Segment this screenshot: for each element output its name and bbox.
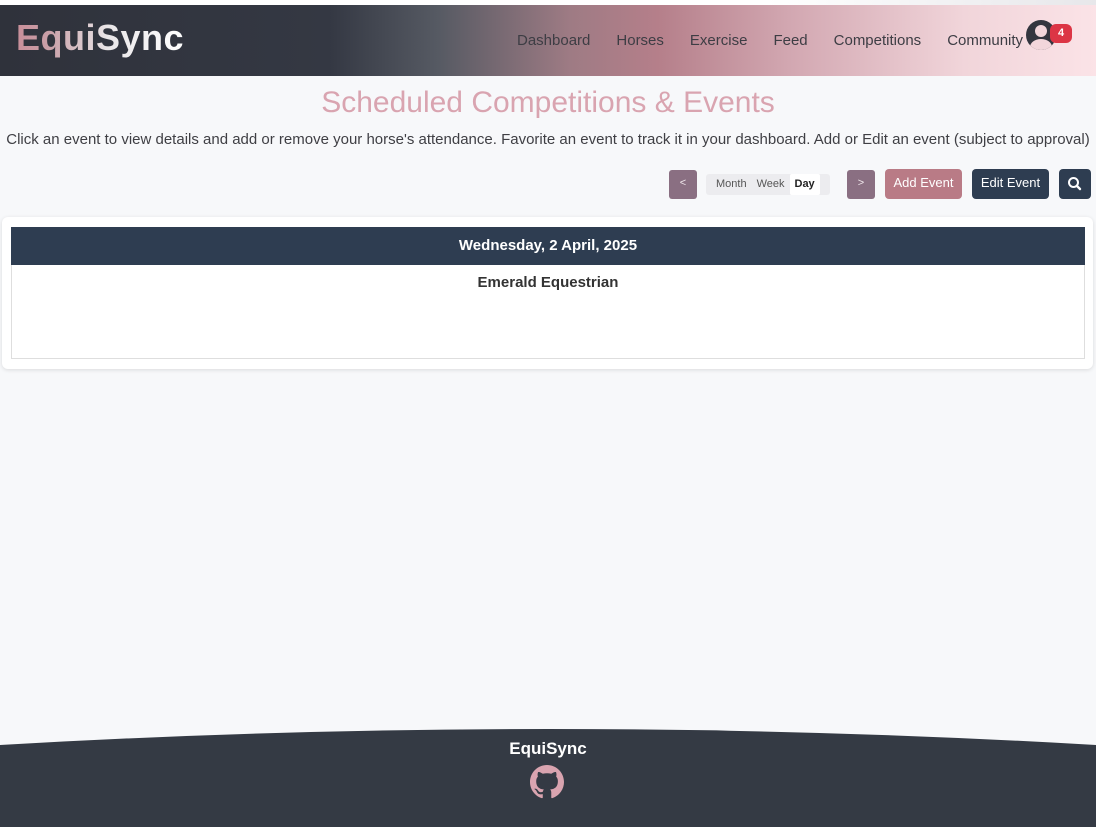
view-toggle: Month Week Day xyxy=(706,174,830,195)
add-event-button[interactable]: Add Event xyxy=(885,169,962,199)
nav-link-feed[interactable]: Feed xyxy=(773,32,807,49)
nav-link-dashboard[interactable]: Dashboard xyxy=(517,32,590,49)
nav-link-competitions[interactable]: Competitions xyxy=(834,32,922,49)
day-header: Wednesday, 2 April, 2025 xyxy=(11,227,1085,265)
footer: EquiSync xyxy=(0,727,1096,827)
page-description: Click an event to view details and add o… xyxy=(6,131,1090,148)
avatar-body xyxy=(1030,39,1052,50)
nav-link-community[interactable]: Community xyxy=(947,32,1023,49)
search-icon xyxy=(1068,177,1082,191)
next-button[interactable]: > xyxy=(847,170,875,199)
nav-link-exercise[interactable]: Exercise xyxy=(690,32,748,49)
edit-event-button[interactable]: Edit Event xyxy=(972,169,1049,199)
brand-logo[interactable]: EquiSync xyxy=(16,17,184,59)
page: EquiSync Dashboard Horses Exercise Feed … xyxy=(0,0,1096,827)
event-item[interactable]: Emerald Equestrian xyxy=(12,274,1084,291)
nav-link-horses[interactable]: Horses xyxy=(616,32,664,49)
day-body: Emerald Equestrian xyxy=(11,265,1085,359)
avatar-head xyxy=(1035,25,1047,37)
view-day-button[interactable]: Day xyxy=(789,174,820,195)
footer-brand: EquiSync xyxy=(509,739,587,758)
notification-badge: 4 xyxy=(1050,24,1072,43)
view-week-button[interactable]: Week xyxy=(752,174,790,195)
view-month-button[interactable]: Month xyxy=(711,174,752,195)
github-link[interactable] xyxy=(530,765,564,799)
nav-links: Dashboard Horses Exercise Feed Competiti… xyxy=(504,32,1036,49)
page-title: Scheduled Competitions & Events xyxy=(321,86,775,119)
github-icon xyxy=(530,765,564,799)
navbar: EquiSync Dashboard Horses Exercise Feed … xyxy=(0,5,1096,76)
search-button[interactable] xyxy=(1059,169,1091,199)
prev-button[interactable]: < xyxy=(669,170,697,199)
